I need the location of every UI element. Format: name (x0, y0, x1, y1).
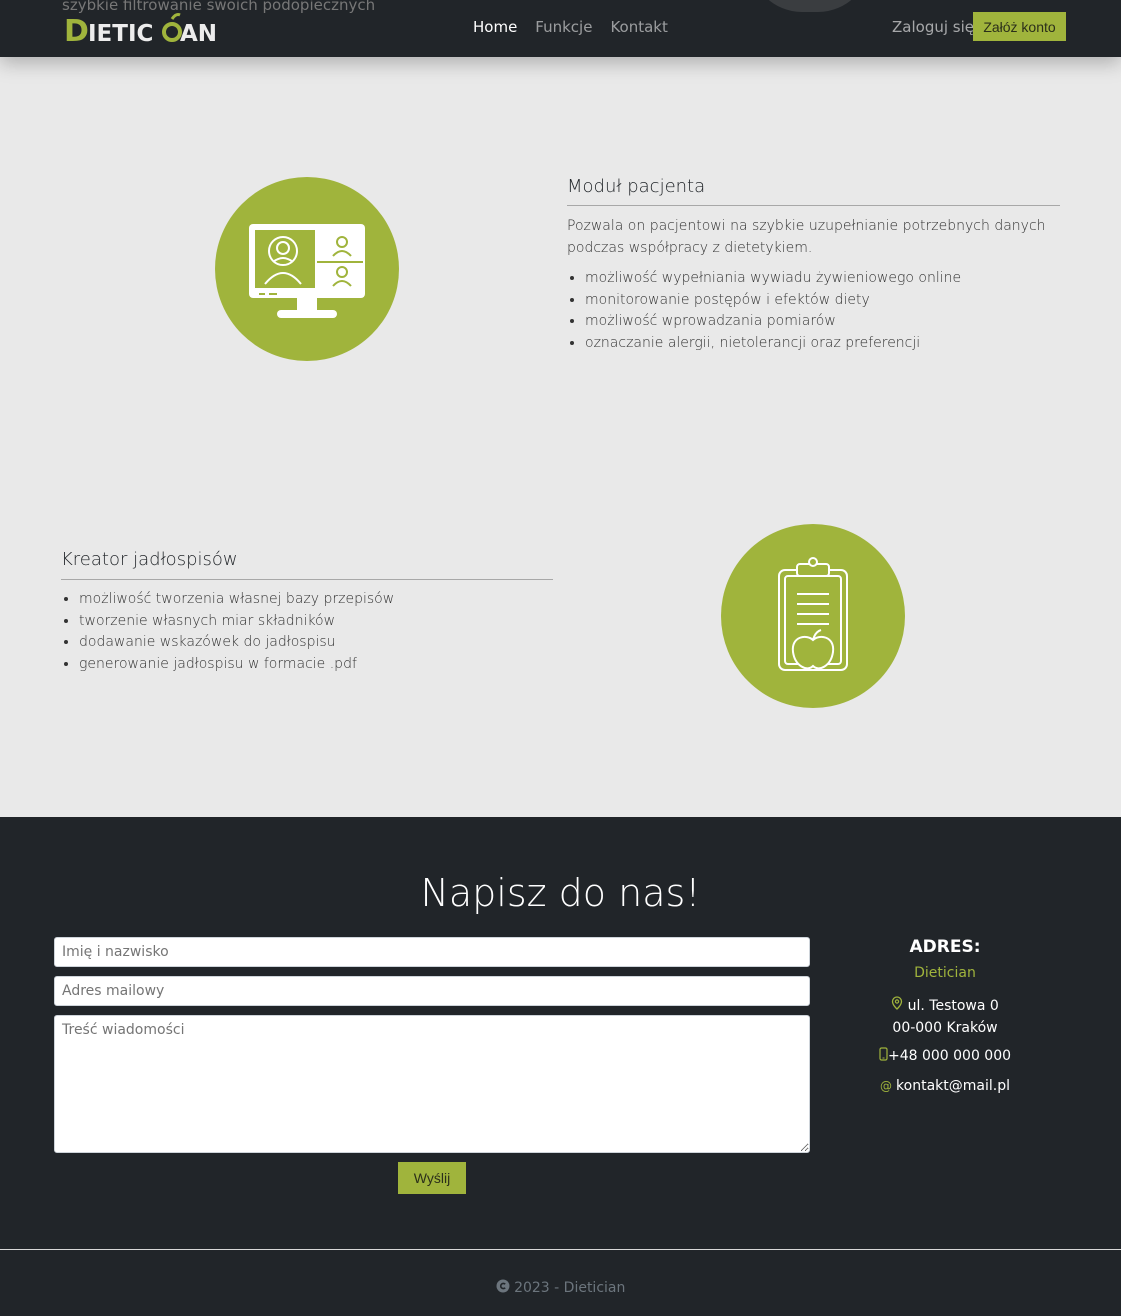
patient-module-title: Moduł pacjenta (567, 176, 706, 197)
login-link[interactable]: Zaloguj się (892, 18, 974, 36)
list-item: generowanie jadłospisu w formacie .pdf (79, 654, 553, 676)
email-row: @ kontakt@mail.pl (840, 1078, 1050, 1094)
city: 00-000 Kraków (892, 1020, 998, 1036)
nav-home[interactable]: Home (473, 18, 517, 36)
video-call-monitor-icon (249, 224, 365, 318)
list-item: możliwość tworzenia własnej bazy przepis… (79, 589, 553, 611)
list-item: możliwość wprowadzania pomiarów (585, 311, 1060, 333)
contact-section: Napisz do nas! Wyślij ADRES: Dietician u… (0, 817, 1121, 1250)
copyright-icon (496, 1279, 510, 1297)
clipboard-apple-icon (778, 557, 848, 671)
map-pin-icon (891, 995, 903, 1017)
message-textarea[interactable] (54, 1015, 810, 1153)
company-name: Dietician (914, 965, 976, 981)
svg-text:IETIC: IETIC (88, 21, 153, 45)
phone-number: +48 000 000 000 (887, 1048, 1012, 1064)
address-block: ul. Testowa 0 00-000 Kraków (840, 995, 1050, 1039)
patient-module-circle (215, 177, 399, 361)
svg-text:AN: AN (180, 21, 217, 45)
svg-text:D: D (64, 14, 89, 45)
copyright-text: 2023 - Dietician (514, 1280, 626, 1296)
list-item: tworzenie własnych miar składników (79, 611, 553, 633)
divider (567, 205, 1060, 206)
contact-title: Napisz do nas! (420, 871, 701, 915)
address-title: ADRES: (909, 937, 981, 957)
name-input[interactable] (54, 937, 810, 967)
menu-creator-title: Kreator jadłospisów (61, 549, 238, 570)
divider (61, 579, 553, 580)
send-button[interactable]: Wyślij (398, 1162, 466, 1194)
phone-row: +48 000 000 000 (840, 1047, 1050, 1065)
scrolled-text: szybkie filtrowanie swoich podopiecznych (62, 0, 376, 14)
menu-creator-list: możliwość tworzenia własnej bazy przepis… (61, 589, 553, 675)
email-input[interactable] (54, 976, 810, 1006)
menu-creator-circle (721, 524, 905, 708)
copyright: 2023 - Dietician (0, 1279, 1121, 1297)
email-address[interactable]: kontakt@mail.pl (896, 1078, 1010, 1094)
nav-links: Home Funkcje Kontakt (473, 18, 668, 36)
phone-icon (879, 1047, 888, 1065)
street: ul. Testowa 0 (907, 998, 999, 1014)
list-item: możliwość wypełniania wywiadu żywieniowe… (585, 268, 1060, 290)
list-item: monitorowanie postępów i efektów diety (585, 290, 1060, 312)
nav-features[interactable]: Funkcje (535, 18, 592, 36)
logo[interactable]: D IETIC AN (62, 10, 220, 46)
patient-module-description: Pozwala on pacjentowi na szybkie uzupełn… (567, 218, 1046, 256)
list-item: dodawanie wskazówek do jadłospisu (79, 632, 553, 654)
nav-contact[interactable]: Kontakt (610, 18, 667, 36)
patient-module-list: możliwość wypełniania wywiadu żywieniowe… (567, 268, 1060, 354)
register-button[interactable]: Załóż konto (973, 12, 1066, 41)
footer: 2023 - Dietician (0, 1250, 1121, 1316)
list-item: oznaczanie alergii, nietolerancji oraz p… (585, 333, 1060, 355)
at-icon: @ (880, 1079, 893, 1093)
logo-image: D IETIC AN (64, 13, 217, 45)
